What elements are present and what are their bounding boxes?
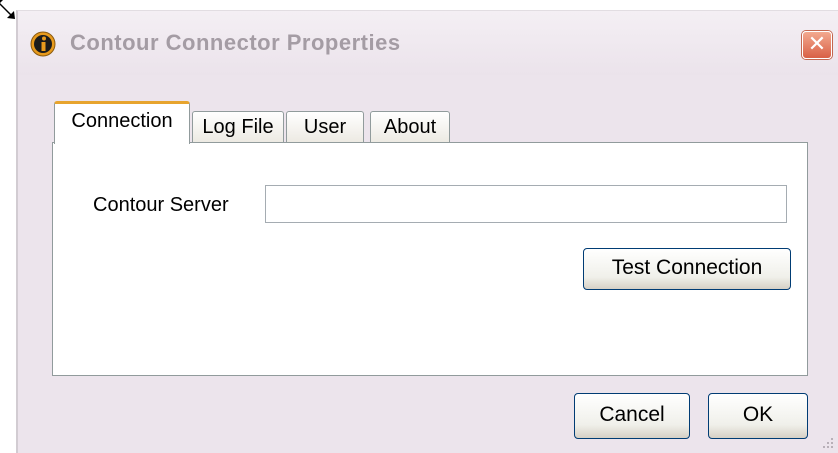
tab-user[interactable]: User <box>286 111 364 143</box>
window-title: Contour Connector Properties <box>70 30 401 55</box>
test-connection-button[interactable]: Test Connection <box>583 248 791 290</box>
resize-cursor-icon <box>0 0 15 19</box>
tab-connection-label: Connection <box>71 110 173 132</box>
contour-server-input[interactable] <box>265 185 787 223</box>
tab-user-label: User <box>303 116 347 138</box>
tab-about-label: About <box>383 116 437 138</box>
close-button[interactable]: ✕ <box>802 31 832 59</box>
title-bar[interactable]: Contour Connector Properties ✕ <box>18 11 838 75</box>
ok-button[interactable]: OK <box>708 393 808 439</box>
tab-connection[interactable]: Connection <box>54 101 190 144</box>
contour-server-label: Contour Server <box>93 194 229 216</box>
dialog-window: Contour Connector Properties ✕ Connectio… <box>16 10 838 453</box>
tab-log-file[interactable]: Log File <box>192 111 284 143</box>
close-icon: ✕ <box>807 31 827 56</box>
tab-log-file-label: Log File <box>202 116 274 138</box>
info-icon <box>30 31 56 57</box>
cancel-button[interactable]: Cancel <box>574 393 690 439</box>
resize-grip-icon[interactable] <box>820 435 834 449</box>
tab-about[interactable]: About <box>370 111 450 143</box>
connection-panel: Contour Server Test Connection <box>52 142 808 376</box>
